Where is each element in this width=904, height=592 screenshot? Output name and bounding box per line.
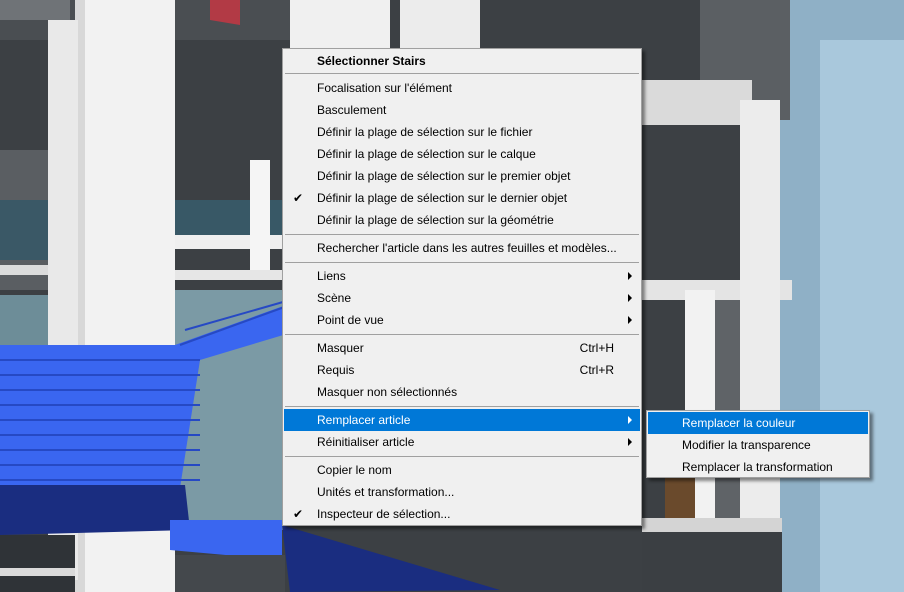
menu-item-range-geometry[interactable]: Définir la plage de sélection sur la géo… (284, 209, 640, 231)
context-menu: Sélectionner Stairs Focalisation sur l'é… (282, 48, 642, 526)
menu-item-copy-name[interactable]: Copier le nom (284, 459, 640, 481)
menu-title: Sélectionner Stairs (317, 54, 426, 68)
checkmark-icon: ✔ (293, 191, 304, 205)
menu-item-label: Réinitialiser article (317, 435, 415, 449)
submenu-item-change-transparency[interactable]: Modifier la transparence (648, 434, 868, 456)
menu-separator (285, 73, 639, 74)
menu-item-label: Inspecteur de sélection... (317, 507, 451, 521)
menu-item-search-other-sheets[interactable]: Rechercher l'article dans les autres feu… (284, 237, 640, 259)
menu-item-selection-inspector[interactable]: ✔ Inspecteur de sélection... (284, 503, 640, 525)
menu-item-label: Remplacer la couleur (682, 416, 796, 430)
menu-item-range-last-object[interactable]: ✔ Définir la plage de sélection sur le d… (284, 187, 640, 209)
menu-separator (285, 262, 639, 263)
menu-item-label: Liens (317, 269, 346, 283)
menu-item-label: Rechercher l'article dans les autres feu… (317, 241, 617, 255)
menu-separator (285, 234, 639, 235)
submenu-item-override-transform[interactable]: Remplacer la transformation (648, 456, 868, 478)
menu-item-label: Requis (317, 363, 355, 377)
submenu-arrow-icon (628, 316, 632, 324)
menu-item-links[interactable]: Liens (284, 265, 640, 287)
menu-item-focus-element[interactable]: Focalisation sur l'élément (284, 77, 640, 99)
shortcut-label: Ctrl+H (579, 341, 614, 355)
menu-item-units-transform[interactable]: Unités et transformation... (284, 481, 640, 503)
menu-item-toggle[interactable]: Basculement (284, 99, 640, 121)
menu-item-label: Définir la plage de sélection sur le fic… (317, 125, 533, 139)
menu-item-label: Définir la plage de sélection sur la géo… (317, 213, 554, 227)
override-item-submenu: Remplacer la couleur Modifier la transpa… (646, 410, 870, 478)
menu-item-label: Scène (317, 291, 352, 305)
shortcut-label: Ctrl+R (579, 363, 614, 377)
menu-item-required[interactable]: Requis Ctrl+R (284, 359, 640, 381)
menu-item-range-file[interactable]: Définir la plage de sélection sur le fic… (284, 121, 640, 143)
submenu-item-override-color[interactable]: Remplacer la couleur (648, 412, 868, 434)
menu-separator (285, 406, 639, 407)
menu-item-range-first-object[interactable]: Définir la plage de sélection sur le pre… (284, 165, 640, 187)
menu-item-label: Masquer non sélectionnés (317, 385, 458, 399)
menu-separator (285, 456, 639, 457)
menu-item-label: Modifier la transparence (682, 438, 811, 452)
menu-item-reset-item[interactable]: Réinitialiser article (284, 431, 640, 453)
menu-item-override-item[interactable]: Remplacer article (284, 409, 640, 431)
submenu-arrow-icon (628, 294, 632, 302)
submenu-arrow-icon (628, 272, 632, 280)
menu-item-label: Point de vue (317, 313, 384, 327)
menu-item-label: Définir la plage de sélection sur le der… (317, 191, 568, 205)
menu-item-viewpoint[interactable]: Point de vue (284, 309, 640, 331)
menu-item-hide-unselected[interactable]: Masquer non sélectionnés (284, 381, 640, 403)
submenu-arrow-icon (628, 416, 632, 424)
menu-item-label: Remplacer la transformation (682, 460, 833, 474)
menu-item-label: Masquer (317, 341, 364, 355)
menu-item-label: Remplacer article (317, 413, 411, 427)
menu-item-label: Copier le nom (317, 463, 392, 477)
menu-item-hide[interactable]: Masquer Ctrl+H (284, 337, 640, 359)
checkmark-icon: ✔ (293, 507, 304, 521)
menu-item-range-layer[interactable]: Définir la plage de sélection sur le cal… (284, 143, 640, 165)
menu-item-label: Basculement (317, 103, 387, 117)
menu-item-label: Définir la plage de sélection sur le pre… (317, 169, 571, 183)
menu-item-label: Unités et transformation... (317, 485, 455, 499)
submenu-arrow-icon (628, 438, 632, 446)
menu-item-select-stairs[interactable]: Sélectionner Stairs (284, 50, 640, 72)
menu-item-scene[interactable]: Scène (284, 287, 640, 309)
menu-separator (285, 334, 639, 335)
menu-item-label: Focalisation sur l'élément (317, 81, 453, 95)
menu-item-label: Définir la plage de sélection sur le cal… (317, 147, 536, 161)
